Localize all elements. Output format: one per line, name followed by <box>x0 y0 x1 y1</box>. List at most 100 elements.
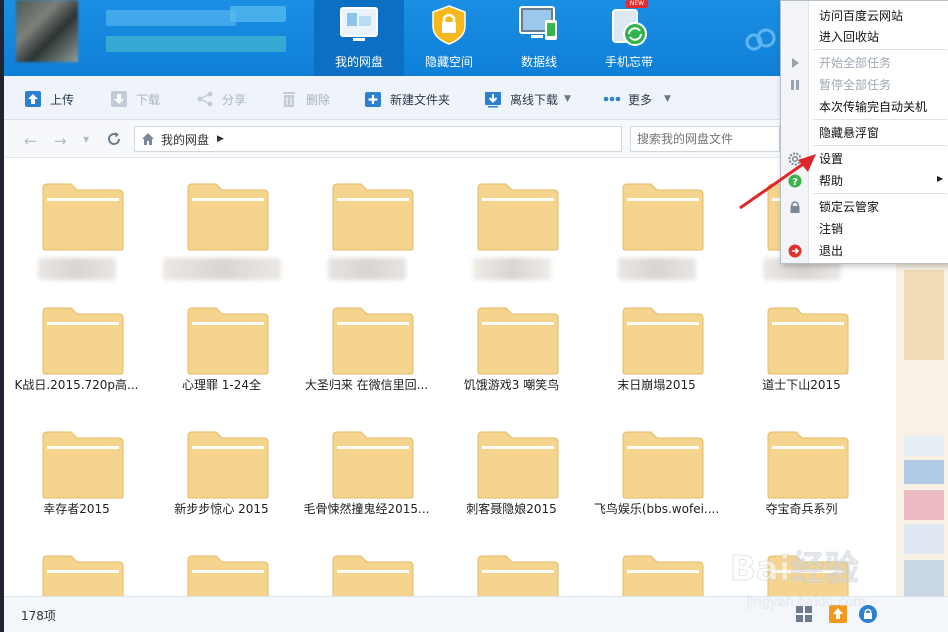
breadcrumb-chevron-icon[interactable]: ▶ <box>217 134 224 144</box>
delete-label: 删除 <box>306 92 331 107</box>
blurred-folder-name <box>38 258 116 280</box>
folder-item[interactable] <box>4 532 149 596</box>
nav-label: 我的网盘 <box>334 55 383 69</box>
download-button[interactable]: 下载 <box>110 89 160 109</box>
new-folder-icon <box>365 92 381 107</box>
more-button[interactable]: 更多 ▼ <box>602 89 671 109</box>
folder-icon <box>42 431 124 499</box>
menu-separator <box>813 49 947 50</box>
folder-name: 夺宝奇兵系列 <box>765 502 838 516</box>
nav-data-cable[interactable]: 数据线 <box>494 0 584 76</box>
folder-item[interactable] <box>149 532 294 596</box>
folder-name: 末日崩塌2015 <box>617 378 696 392</box>
folder-icon <box>622 431 704 499</box>
share-button[interactable]: 分享 <box>196 89 246 109</box>
folder-item[interactable]: 新步步惊心 2015 <box>149 408 294 532</box>
folder-name: 毛骨悚然撞鬼经2015... <box>303 502 430 516</box>
folder-item[interactable]: 幸存者2015 <box>4 408 149 532</box>
menu-item-exit[interactable]: 退出 <box>819 242 843 259</box>
menu-item-lock-manager[interactable]: 锁定云管家 <box>819 198 879 215</box>
chevron-down-icon[interactable]: ▼ <box>664 94 671 104</box>
folder-item[interactable]: 毛骨悚然撞鬼经2015... <box>294 408 439 532</box>
search-input[interactable] <box>630 126 780 152</box>
menu-item-pause-all-tasks[interactable]: 暂停全部任务 <box>819 76 891 93</box>
nav-label: 数据线 <box>520 55 557 69</box>
play-icon <box>792 58 799 68</box>
menu-separator <box>813 193 947 194</box>
phone-sync-icon <box>612 9 647 46</box>
back-arrow-icon[interactable]: ← <box>24 132 37 150</box>
folder-item[interactable] <box>439 160 584 284</box>
folder-item[interactable] <box>4 160 149 284</box>
menu-item-start-all-tasks[interactable]: 开始全部任务 <box>819 54 891 71</box>
avatar[interactable] <box>16 0 78 62</box>
breadcrumb-current[interactable]: 我的网盘 <box>161 131 209 148</box>
folder-icon <box>332 431 414 499</box>
folder-icon <box>477 183 559 251</box>
nav-my-disk[interactable]: 我的网盘 <box>314 0 404 76</box>
folder-item[interactable]: 心理罪 1-24全 <box>149 284 294 408</box>
folder-item[interactable]: K战日.2015.720p高... <box>4 284 149 408</box>
folder-item[interactable]: 道士下山2015 <box>729 284 874 408</box>
red-arrow-annotation <box>739 154 816 210</box>
nav-phone-forgot[interactable]: NEW 手机忘带 <box>584 0 674 76</box>
folder-item[interactable] <box>584 532 729 596</box>
folder-icon <box>477 431 559 499</box>
blurred-quota <box>230 6 286 22</box>
blurred-folder-name <box>163 258 281 280</box>
history-chevron-icon[interactable]: ▼ <box>83 135 89 144</box>
offline-download-button[interactable]: 离线下载 ▼ <box>484 89 571 109</box>
folder-icon <box>622 555 704 596</box>
folder-name: 大圣归来 在微信里回... <box>304 378 429 392</box>
blurred-user-info <box>106 36 286 52</box>
menu-item-auto-shutdown[interactable]: 本次传输完自动关机 <box>819 98 927 115</box>
folder-item[interactable] <box>439 532 584 596</box>
download-label: 下载 <box>136 92 161 107</box>
new-folder-label: 新建文件夹 <box>390 92 451 107</box>
pause-icon <box>791 80 799 90</box>
menu-separator <box>813 145 947 146</box>
baidu-jingyan-watermark: Bai经验 jingyan.baidu.com <box>730 549 867 611</box>
folder-item[interactable]: 大圣归来 在微信里回... <box>294 284 439 408</box>
chevron-down-icon[interactable]: ▼ <box>564 94 571 104</box>
folder-item[interactable]: 夺宝奇兵系列 <box>729 408 874 532</box>
lock-icon <box>432 5 466 45</box>
folder-icon <box>332 307 414 375</box>
folder-name: 新步步惊心 2015 <box>174 502 269 516</box>
folder-item[interactable]: 刺客聂隐娘2015 <box>439 408 584 532</box>
folder-item[interactable] <box>149 160 294 284</box>
nav-hidden-space[interactable]: 隐藏空间 <box>404 0 494 76</box>
nav-label: 手机忘带 <box>604 55 653 69</box>
exit-icon <box>788 244 802 258</box>
breadcrumb[interactable]: 我的网盘 ▶ <box>134 126 622 152</box>
more-label: 更多 <box>628 92 653 107</box>
new-folder-button[interactable]: 新建文件夹 <box>364 89 450 109</box>
nav-label: 隐藏空间 <box>424 55 473 69</box>
menu-item-visit-website[interactable]: 访问百度云网站 <box>819 7 903 24</box>
folder-name: 刺客聂隐娘2015 <box>466 502 557 516</box>
folder-item[interactable]: 饥饿游戏3 嘲笑鸟 <box>439 284 584 408</box>
folder-item[interactable] <box>294 532 439 596</box>
menu-item-logout[interactable]: 注销 <box>819 220 843 237</box>
delete-button[interactable]: 删除 <box>280 89 330 109</box>
download-icon <box>111 91 127 107</box>
folder-item[interactable]: 飞鸟娱乐(bbs.wofei.... <box>584 408 729 532</box>
offline-download-label: 离线下载 <box>510 92 559 107</box>
more-dots-icon <box>603 96 621 102</box>
refresh-icon[interactable] <box>106 131 122 147</box>
baidu-cloud-logo-icon <box>745 28 776 51</box>
blurred-folder-name <box>328 258 406 280</box>
baidu-cloud-window: 我的网盘 隐藏空间 数据线 NEW 手机忘带 上传 下载 分享 删除 新建文件夹… <box>4 0 948 632</box>
home-icon[interactable] <box>141 132 155 146</box>
forward-arrow-icon[interactable]: → <box>54 132 67 150</box>
folder-item[interactable] <box>294 160 439 284</box>
upload-button[interactable]: 上传 <box>24 89 74 109</box>
folder-item[interactable]: 末日崩塌2015 <box>584 284 729 408</box>
menu-item-hide-float-window[interactable]: 隐藏悬浮窗 <box>819 124 879 141</box>
folder-item[interactable] <box>584 160 729 284</box>
folder-icon <box>187 555 269 596</box>
menu-icon-gutter <box>781 1 809 263</box>
datacable-icon <box>519 6 557 40</box>
folder-name: 心理罪 1-24全 <box>181 378 262 392</box>
menu-item-recycle-bin[interactable]: 进入回收站 <box>819 28 879 45</box>
